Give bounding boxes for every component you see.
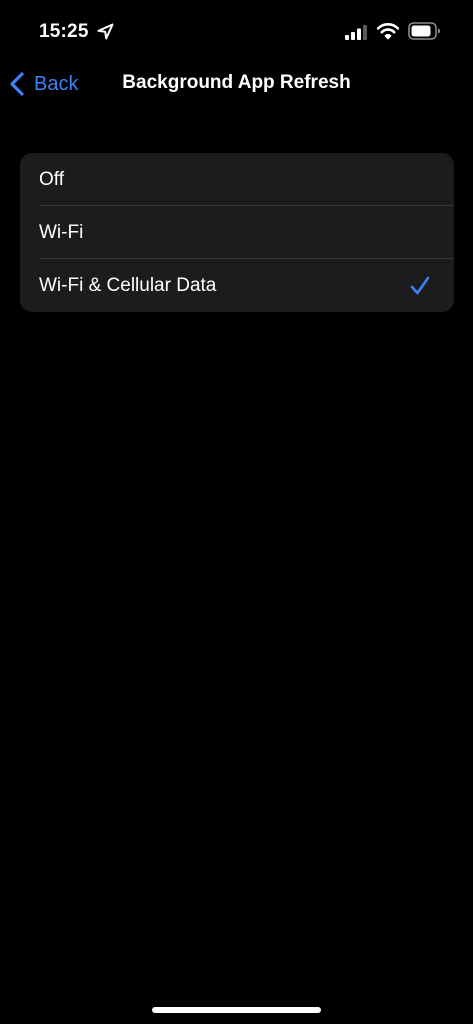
- location-arrow-icon: [97, 23, 114, 40]
- option-label: Wi-Fi: [39, 221, 84, 243]
- option-label: Wi-Fi & Cellular Data: [39, 274, 217, 296]
- battery-icon: [408, 22, 440, 40]
- option-wifi[interactable]: Wi-Fi: [20, 206, 454, 259]
- status-bar: 15:25: [0, 0, 473, 60]
- checkmark-icon: [410, 276, 430, 295]
- page-title: Background App Refresh: [122, 72, 351, 93]
- status-time: 15:25: [39, 21, 89, 42]
- refresh-options-list: Off Wi-Fi Wi-Fi & Cellular Data: [20, 153, 454, 312]
- option-wifi-cellular[interactable]: Wi-Fi & Cellular Data: [20, 259, 454, 312]
- option-label: Off: [39, 168, 64, 190]
- home-indicator[interactable]: [152, 1007, 321, 1013]
- cellular-signal-icon: [345, 25, 367, 40]
- option-off[interactable]: Off: [20, 153, 454, 206]
- navigation-bar: Back Background App Refresh: [0, 60, 473, 108]
- wifi-icon: [377, 23, 399, 40]
